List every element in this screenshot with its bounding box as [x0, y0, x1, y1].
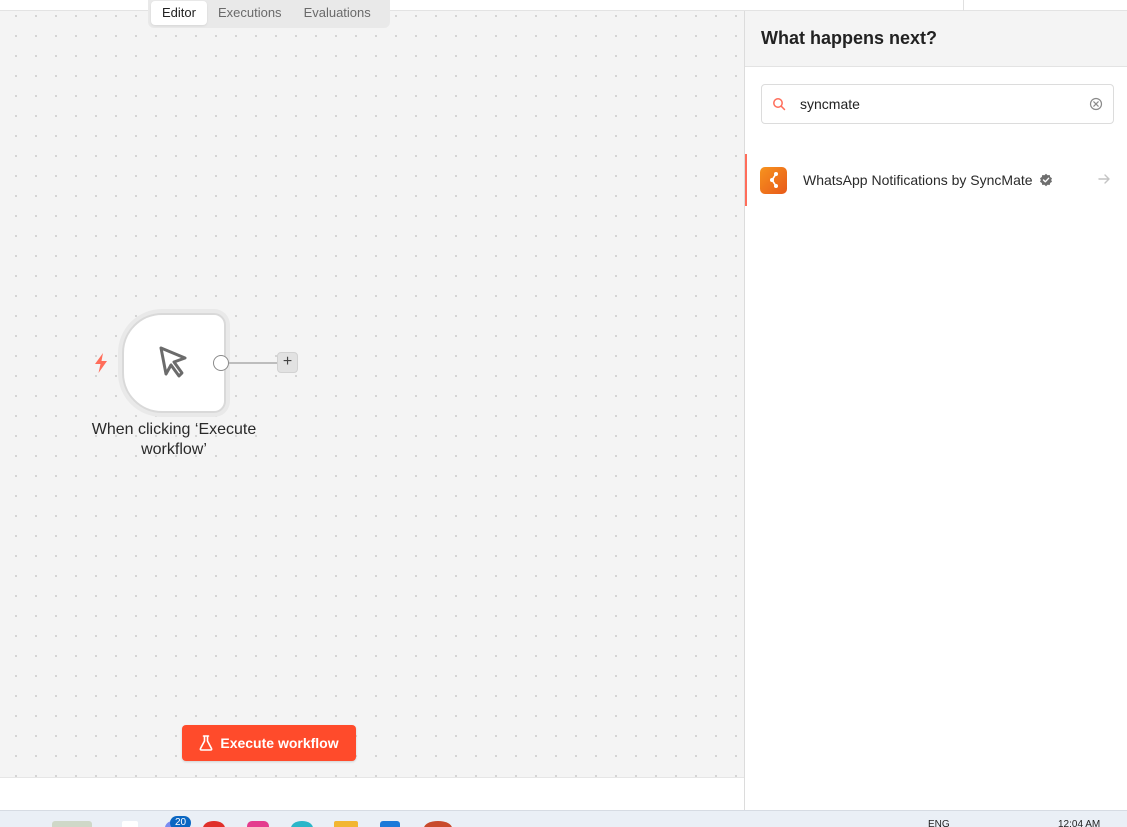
verified-badge-icon	[1039, 173, 1052, 187]
node-creator-panel: What happens next? WhatsApp Notification…	[744, 11, 1127, 810]
taskbar-clock[interactable]: 12:04 AM	[1058, 819, 1100, 827]
search-box[interactable]	[761, 84, 1114, 124]
panel-title: What happens next?	[745, 11, 1127, 67]
taskbar-app-icon[interactable]	[203, 821, 225, 827]
active-indicator	[745, 154, 747, 206]
tab-editor[interactable]: Editor	[151, 0, 207, 25]
arrow-right-icon	[1098, 174, 1110, 184]
node-output-handle[interactable]	[213, 355, 229, 371]
taskbar-app-icon[interactable]	[291, 821, 313, 827]
top-strip-separator	[963, 0, 964, 11]
search-input[interactable]	[800, 96, 1089, 112]
taskbar-notification-badge: 20	[170, 816, 191, 827]
node-label: When clicking ‘Execute workflow’	[91, 421, 257, 458]
lightning-bolt-icon	[95, 353, 107, 373]
taskbar-app-icon[interactable]	[334, 821, 358, 827]
execute-workflow-label: Execute workflow	[220, 735, 339, 751]
taskbar-app-icon[interactable]	[424, 821, 452, 827]
taskbar-app-icon[interactable]	[247, 821, 269, 827]
taskbar-app-icon[interactable]	[380, 821, 400, 827]
canvas-footer	[0, 777, 745, 810]
clear-circle-icon[interactable]	[1089, 97, 1103, 111]
taskbar-app-icon[interactable]	[122, 821, 138, 827]
tab-evaluations[interactable]: Evaluations	[293, 1, 382, 25]
view-tabs: Editor Executions Evaluations	[148, 0, 390, 28]
search-icon	[773, 98, 786, 111]
cursor-pointer-icon	[159, 346, 187, 378]
trigger-node[interactable]	[122, 313, 226, 413]
tab-executions[interactable]: Executions	[207, 1, 293, 25]
execute-workflow-button[interactable]: Execute workflow	[182, 725, 356, 761]
taskbar-language[interactable]: ENG	[928, 819, 950, 827]
taskbar-app-icon[interactable]	[52, 821, 92, 827]
os-taskbar: 20 ENG 12:04 AM	[0, 810, 1127, 827]
search-result-item[interactable]: WhatsApp Notifications by SyncMate	[745, 154, 1127, 206]
node-connector-line	[229, 362, 277, 364]
flask-icon	[199, 735, 213, 751]
result-label: WhatsApp Notifications by SyncMate	[803, 172, 1033, 188]
add-node-button[interactable]: +	[277, 352, 298, 373]
workflow-canvas[interactable]	[0, 0, 745, 777]
syncmate-logo-icon	[760, 166, 787, 194]
